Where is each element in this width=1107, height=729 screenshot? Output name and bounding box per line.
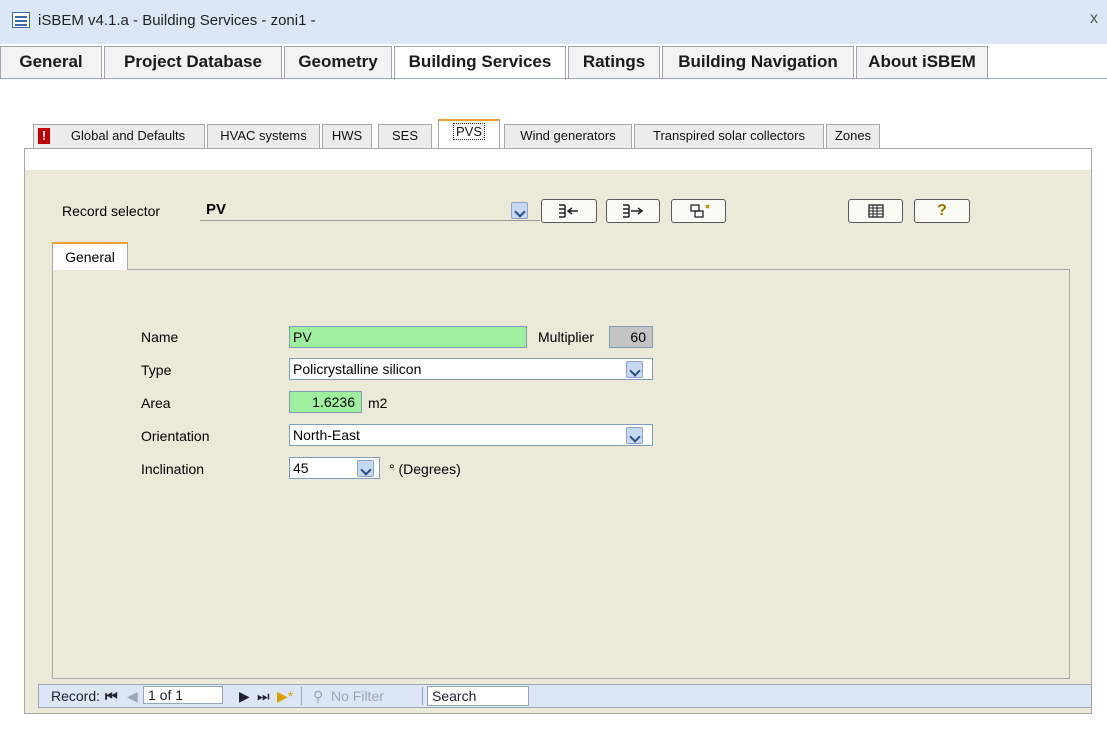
name-label: Name (141, 329, 179, 345)
datasheet-view-button[interactable] (848, 199, 903, 223)
tab-building-navigation[interactable]: Building Navigation (662, 46, 854, 78)
next-record-icon (623, 204, 644, 218)
record-label: Record: (51, 688, 101, 704)
tab-ratings[interactable]: Ratings (568, 46, 660, 78)
content-panel-header (25, 149, 1091, 170)
previous-record-icon[interactable]: ◀ (127, 688, 138, 705)
app-form-icon (12, 12, 30, 28)
chevron-down-icon[interactable] (511, 202, 528, 219)
add-record-icon (559, 204, 578, 218)
multiplier-field[interactable]: 60 (609, 326, 653, 348)
next-record-nav-icon[interactable]: ▶ (239, 688, 250, 705)
area-field[interactable]: 1.6236 (289, 391, 362, 413)
record-navigation-bar: Record: ⏮ ◀ 1 of 1 ▶ ⏭ ▶* ⚲ No Filter Se… (38, 684, 1092, 708)
first-record-icon[interactable]: ⏮ (105, 688, 118, 705)
chevron-down-icon[interactable] (626, 361, 643, 378)
chevron-down-icon[interactable] (357, 460, 374, 477)
area-label: Area (141, 395, 171, 411)
tab-general-inner[interactable]: General (52, 242, 128, 270)
new-record-icon[interactable]: ▶* (277, 688, 293, 705)
orientation-select[interactable]: North-East (289, 424, 653, 446)
record-position-field[interactable]: 1 of 1 (143, 686, 223, 704)
table-icon (867, 204, 884, 218)
orientation-label: Orientation (141, 428, 210, 444)
tab-building-services[interactable]: Building Services (394, 46, 566, 80)
last-record-icon[interactable]: ⏭ (257, 688, 270, 705)
name-field[interactable]: PV (289, 326, 527, 348)
copy-record-icon (689, 204, 710, 218)
inclination-unit: ° (Degrees) (389, 461, 461, 477)
subtab-hvac-systems[interactable]: HVAC systems (207, 124, 320, 148)
subtab-global-and-defaults[interactable]: ! Global and Defaults (33, 124, 205, 148)
nav-divider (422, 687, 423, 705)
help-button[interactable]: ? (914, 199, 970, 223)
copy-record-button[interactable] (671, 199, 726, 223)
tab-general[interactable]: General (0, 46, 102, 78)
tab-strip-divider (0, 78, 1107, 79)
subtab-label: PVS (452, 123, 485, 140)
help-icon: ? (937, 202, 947, 219)
tab-geometry[interactable]: Geometry (284, 46, 392, 78)
nav-divider (301, 687, 302, 705)
subtab-transpired-solar-collectors[interactable]: Transpired solar collectors (634, 124, 824, 148)
subtab-hws[interactable]: HWS (322, 124, 372, 148)
close-icon[interactable]: x (1090, 10, 1098, 28)
no-filter-button[interactable]: No Filter (331, 688, 384, 704)
chevron-down-icon[interactable] (626, 427, 643, 444)
type-select[interactable]: Policrystalline silicon (289, 358, 653, 380)
main-tab-strip: General Project Database Geometry Buildi… (0, 46, 1107, 80)
tab-project-database[interactable]: Project Database (104, 46, 282, 78)
subtab-ses[interactable]: SES (378, 124, 432, 148)
subtab-zones[interactable]: Zones (826, 124, 880, 148)
warning-icon: ! (38, 128, 50, 144)
search-input[interactable]: Search (427, 686, 529, 706)
subtab-pvs[interactable]: PVS (438, 119, 500, 149)
window-title: iSBEM v4.1.a - Building Services - zoni1… (38, 12, 316, 29)
record-selector-combo[interactable]: PV (200, 199, 540, 221)
area-unit: m2 (368, 395, 388, 411)
filter-icon: ⚲ (313, 688, 324, 704)
subtab-label: Global and Defaults (70, 128, 186, 143)
subtab-wind-generators[interactable]: Wind generators (504, 124, 632, 148)
record-selector-label: Record selector (62, 203, 161, 219)
tab-about-isbem[interactable]: About iSBEM (856, 46, 988, 78)
next-record-button[interactable] (606, 199, 660, 223)
add-record-button[interactable] (541, 199, 597, 223)
type-label: Type (141, 362, 172, 378)
inclination-label: Inclination (141, 461, 205, 477)
multiplier-label: Multiplier (538, 329, 595, 345)
